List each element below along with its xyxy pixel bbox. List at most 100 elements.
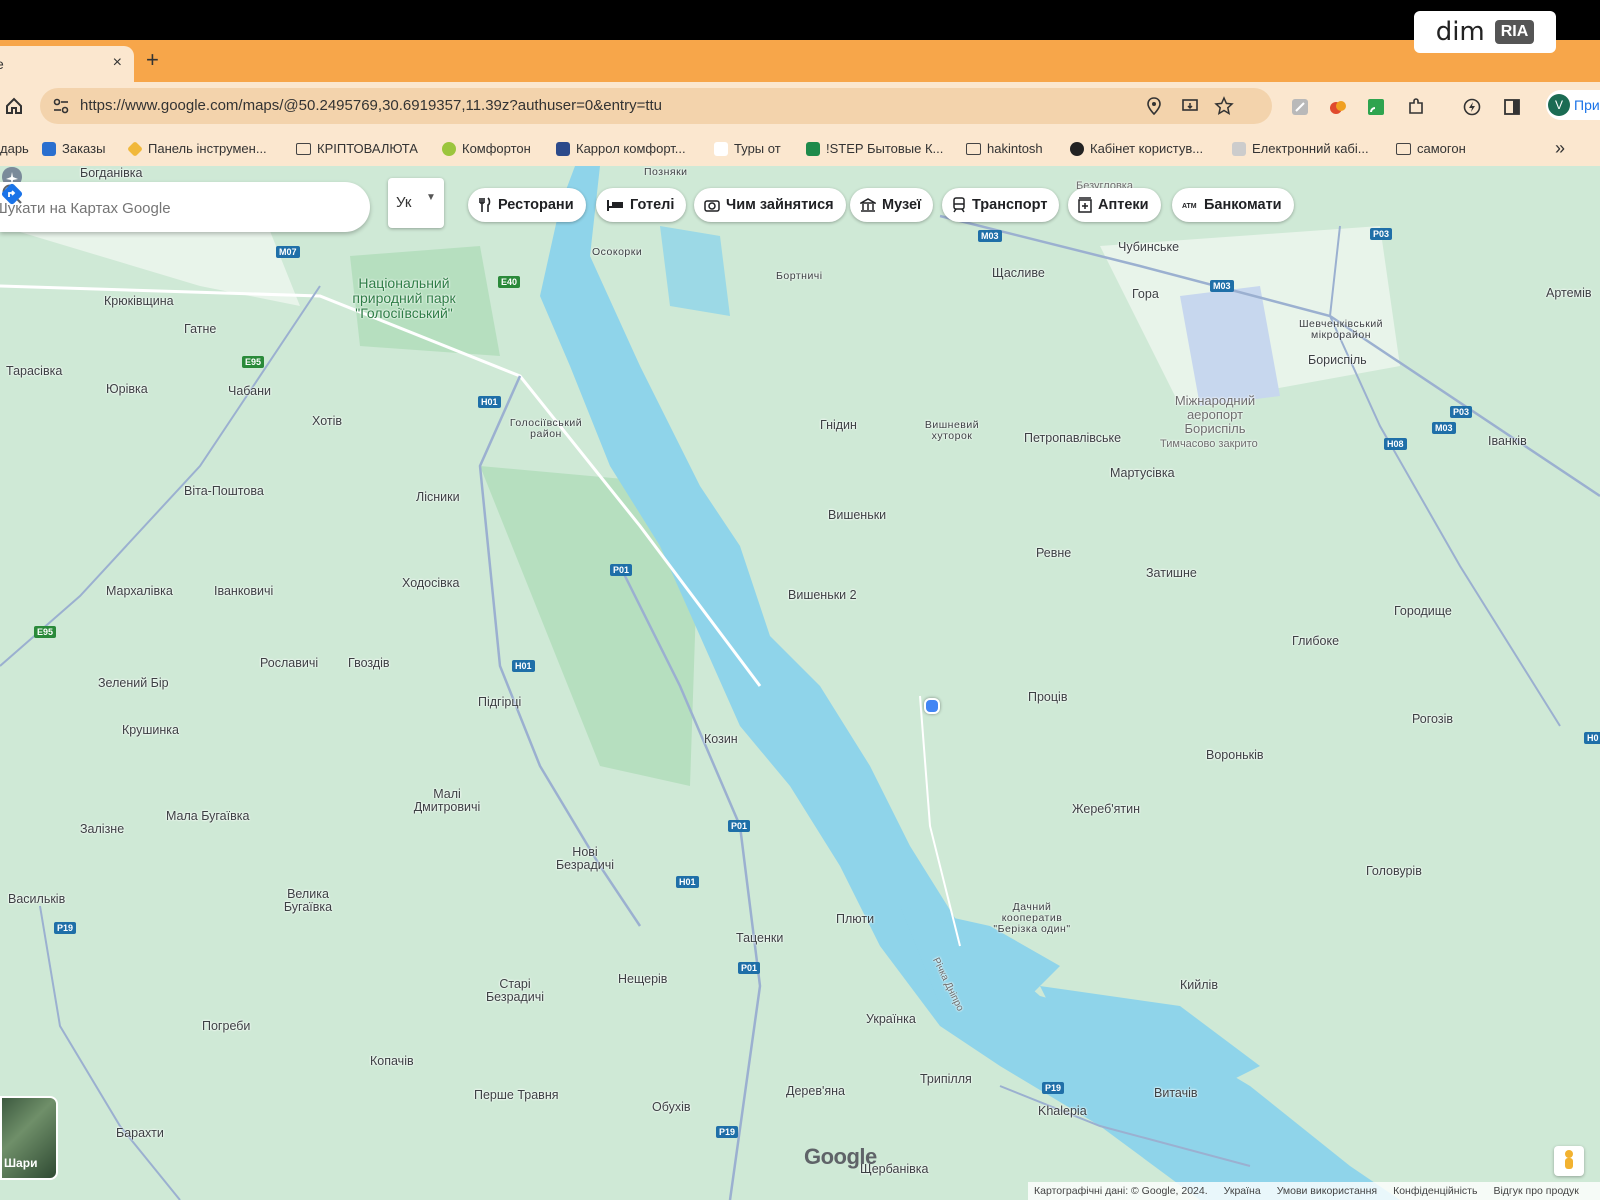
map-label[interactable]: Позняки — [644, 166, 688, 178]
map-label[interactable]: Дерев'яна — [786, 1084, 845, 1098]
map-label[interactable]: Мала Бугаївка — [166, 809, 249, 823]
extension-pen-icon[interactable] — [1290, 97, 1310, 117]
chip-pharmacies[interactable]: Аптеки — [1068, 188, 1161, 222]
extension-fruit-icon[interactable] — [1328, 97, 1348, 117]
tab-google-maps[interactable]: e × — [0, 46, 134, 82]
map-label[interactable]: Лісники — [416, 490, 460, 504]
map-label[interactable]: Юрівка — [106, 382, 148, 396]
map-label[interactable]: Жереб'ятин — [1072, 802, 1140, 816]
map-label[interactable]: Богданівка — [80, 166, 142, 180]
map-label[interactable]: Зелений Бір — [98, 676, 169, 690]
attribution-terms-link[interactable]: Умови використання — [1277, 1185, 1377, 1197]
map-label[interactable]: Шевченківський мікрорайон — [1286, 319, 1396, 341]
map-label[interactable]: Нещерів — [618, 972, 667, 986]
map-label[interactable]: Щасливе — [992, 266, 1045, 280]
bookmarks-overflow-icon[interactable]: » — [1555, 138, 1565, 159]
location-pin-icon[interactable] — [1144, 96, 1164, 116]
map-label[interactable]: Вишневий хуторок — [912, 420, 992, 442]
map-label[interactable]: Затишне — [1146, 566, 1197, 580]
bookmark-item[interactable]: Каррол комфорт... — [556, 141, 686, 156]
map-label[interactable]: Кийлів — [1180, 978, 1218, 992]
map-label[interactable]: Козин — [704, 732, 738, 746]
map-label[interactable]: Голосіївський район — [498, 418, 594, 440]
map-label[interactable]: Городище — [1394, 604, 1452, 618]
map-label[interactable]: Петропавлівське — [1024, 431, 1121, 445]
chip-things-to-do[interactable]: Чим зайнятися — [694, 188, 846, 222]
new-tab-button[interactable]: + — [146, 47, 159, 73]
map-label[interactable]: Бориспіль — [1308, 353, 1367, 367]
chip-museums[interactable]: Музеї — [850, 188, 934, 222]
chip-hotels[interactable]: Готелі — [596, 188, 687, 222]
profile-button[interactable]: V При — [1546, 90, 1600, 120]
attribution-country[interactable]: Україна — [1224, 1185, 1261, 1197]
attribution-feedback-link[interactable]: Відгук про продук — [1493, 1185, 1578, 1197]
map-label[interactable]: Мартусівка — [1110, 466, 1175, 480]
install-app-icon[interactable] — [1180, 96, 1200, 116]
map-label[interactable]: Головурів — [1366, 864, 1422, 878]
site-settings-icon[interactable] — [52, 97, 70, 115]
map-label[interactable]: Глибоке — [1292, 634, 1339, 648]
language-selector[interactable]: Ук ▼ — [388, 178, 444, 228]
bookmark-folder[interactable]: КРІПТОВАЛЮТА — [296, 141, 418, 156]
map-label[interactable]: Малі Дмитровичі — [412, 788, 482, 814]
map-label[interactable]: Васильків — [8, 892, 65, 906]
map-label[interactable]: Вишеньки — [828, 508, 886, 522]
map-label[interactable]: Гора — [1132, 287, 1159, 301]
tab-close-icon[interactable]: × — [113, 54, 122, 72]
bookmark-item[interactable]: !STEP Бытовые К... — [806, 141, 943, 156]
bookmark-star-icon[interactable] — [1214, 96, 1234, 116]
bookmark-item[interactable]: Туры от — [714, 141, 781, 156]
map-label[interactable]: Витачів — [1154, 1086, 1198, 1100]
bookmark-item[interactable]: Кабінет користув... — [1070, 141, 1203, 156]
map-canvas[interactable]: Крюківщина Гатне Тарасівка Юрівка Чабани… — [0, 166, 1600, 1200]
bookmark-item[interactable]: Панель інструмен... — [127, 140, 267, 157]
map-label[interactable]: Мархалівка — [106, 584, 173, 598]
map-label[interactable]: Рославичі — [260, 656, 318, 670]
map-label[interactable]: Обухів — [652, 1100, 691, 1114]
map-label[interactable]: Копачів — [370, 1054, 414, 1068]
map-label[interactable]: Khalepia — [1038, 1104, 1087, 1118]
chip-atms[interactable]: ATM Банкомати — [1172, 188, 1294, 222]
map-label[interactable]: Нові Безрадичі — [552, 846, 618, 872]
search-input[interactable] — [0, 196, 252, 220]
map-label[interactable]: Бортничі — [776, 270, 823, 282]
extension-cast-icon[interactable] — [1366, 97, 1386, 117]
map-label[interactable]: Ходосівка — [402, 576, 459, 590]
map-label[interactable]: Крюківщина — [104, 294, 174, 308]
map-label[interactable]: Залізне — [80, 822, 124, 836]
extensions-puzzle-icon[interactable] — [1406, 97, 1426, 117]
airport-name[interactable]: Міжнародний аеропорт Бориспіль — [1160, 394, 1270, 436]
map-label[interactable]: Іванків — [1488, 434, 1527, 448]
map-label[interactable]: Артемів — [1546, 286, 1592, 300]
map-label[interactable]: Чабани — [228, 384, 271, 398]
home-icon[interactable] — [4, 96, 24, 116]
map-label[interactable]: Іванковичі — [214, 584, 273, 598]
map-label[interactable]: Тарасівка — [6, 364, 62, 378]
map-label[interactable]: Процiв — [1028, 690, 1067, 704]
chip-transport[interactable]: Транспорт — [942, 188, 1060, 222]
map-label[interactable]: Гвоздів — [348, 656, 390, 670]
bookmark-item[interactable]: дарь — [0, 141, 29, 156]
map-label[interactable]: Віта-Поштова — [184, 484, 264, 498]
directions-icon[interactable] — [0, 182, 24, 206]
map-label[interactable]: Погреби — [202, 1019, 250, 1033]
side-panel-icon[interactable] — [1502, 97, 1522, 117]
map-label[interactable]: Вороньків — [1206, 748, 1264, 762]
map-label[interactable]: Старі Безрадичі — [482, 978, 548, 1004]
map-label[interactable]: Барахти — [116, 1126, 164, 1140]
search-box[interactable] — [0, 182, 370, 232]
bookmark-folder[interactable]: самогон — [1396, 141, 1466, 156]
pegman-button[interactable] — [1554, 1146, 1584, 1176]
map-label[interactable]: Осокорки — [592, 246, 642, 258]
map-label[interactable]: Трипілля — [920, 1072, 972, 1086]
map-label[interactable]: Підгірці — [478, 695, 521, 709]
performance-icon[interactable] — [1462, 97, 1482, 117]
map-label[interactable]: Гатне — [184, 322, 216, 336]
map-label[interactable]: Чубинське — [1118, 240, 1179, 254]
bookmark-item[interactable]: Комфортон — [442, 141, 531, 156]
map-label[interactable]: Гнідин — [820, 418, 857, 432]
map-label[interactable]: Хотів — [312, 414, 342, 428]
bookmark-item[interactable]: Заказы — [42, 141, 105, 156]
bookmark-folder[interactable]: hakintosh — [966, 141, 1043, 156]
map-label[interactable]: Крушинка — [122, 723, 179, 737]
